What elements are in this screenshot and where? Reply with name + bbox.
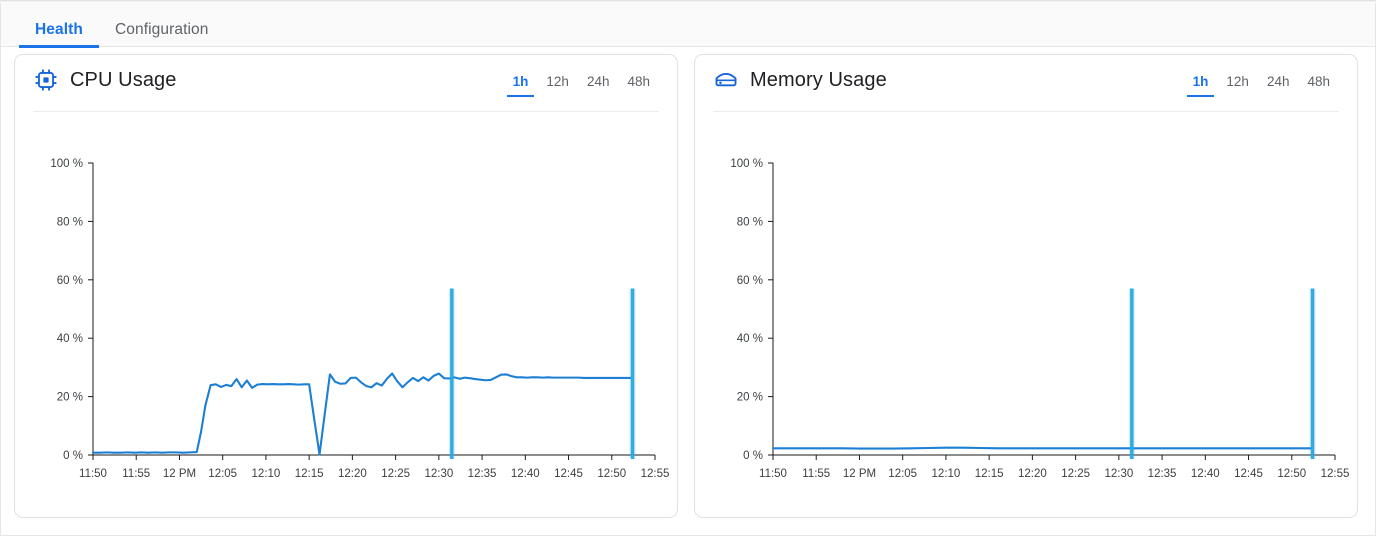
svg-text:12:10: 12:10 (252, 468, 281, 480)
memory-range-24h-label: 24h (1266, 74, 1290, 89)
svg-text:11:50: 11:50 (79, 468, 107, 480)
tab-bar: Health Configuration (1, 3, 1375, 48)
svg-text:80 %: 80 % (737, 216, 763, 228)
svg-text:12:15: 12:15 (295, 468, 324, 480)
cpu-range-1h-label: 1h (512, 74, 529, 89)
tab-health[interactable]: Health (19, 20, 99, 48)
svg-text:12:40: 12:40 (511, 468, 540, 480)
svg-text:12:20: 12:20 (338, 468, 367, 480)
svg-text:20 %: 20 % (57, 392, 83, 404)
memory-chart-area: 0 % 20 % 40 % 60 % 80 % 100 % 11:50 11:55 12 PM 1… (695, 111, 1357, 517)
svg-text:60 %: 60 % (737, 275, 763, 287)
svg-text:12:30: 12:30 (1104, 468, 1133, 480)
svg-text:12:20: 12:20 (1018, 468, 1047, 480)
cpu-usage-card: CPU Usage 1h 12h 24h 48h 0 % 20 % 40 % 60 %… (14, 54, 678, 518)
memory-range-selector: 1h 12h 24h 48h (1184, 74, 1339, 97)
memory-card-title-text: Memory Usage (750, 68, 887, 91)
memory-stick-icon (713, 67, 739, 93)
svg-text:12:05: 12:05 (888, 468, 917, 480)
svg-text:12:55: 12:55 (641, 468, 670, 480)
svg-text:20 %: 20 % (737, 392, 763, 404)
svg-text:12 PM: 12 PM (163, 468, 196, 480)
cpu-range-selector: 1h 12h 24h 48h (504, 74, 659, 97)
svg-text:80 %: 80 % (57, 216, 83, 228)
memory-usage-card: Memory Usage 1h 12h 24h 48h 0 % 20 % 40 % 6… (694, 54, 1358, 518)
svg-text:12:45: 12:45 (554, 468, 583, 480)
svg-text:100 %: 100 % (50, 158, 83, 170)
svg-text:12:10: 12:10 (932, 468, 961, 480)
tab-list: Health Configuration (19, 3, 225, 48)
tab-configuration-label: Configuration (114, 20, 209, 38)
svg-text:12 PM: 12 PM (843, 468, 876, 480)
memory-range-12h-label: 12h (1226, 74, 1249, 89)
cpu-chip-icon (33, 67, 59, 93)
memory-range-24h[interactable]: 24h (1258, 74, 1299, 97)
cpu-range-12h[interactable]: 12h (537, 74, 578, 97)
svg-text:40 %: 40 % (57, 333, 83, 345)
cpu-range-24h[interactable]: 24h (578, 74, 619, 97)
svg-text:12:25: 12:25 (1061, 468, 1090, 480)
memory-card-title: Memory Usage (713, 67, 887, 93)
cpu-range-1h[interactable]: 1h (504, 74, 538, 97)
memory-usage-chart: 0 % 20 % 40 % 60 % 80 % 100 % 11:50 11:55 12 PM 1… (730, 158, 1350, 480)
svg-text:11:50: 11:50 (759, 468, 787, 480)
svg-text:40 %: 40 % (737, 333, 763, 345)
svg-text:12:40: 12:40 (1191, 468, 1220, 480)
svg-text:12:45: 12:45 (1234, 468, 1263, 480)
svg-text:60 %: 60 % (57, 275, 83, 287)
cpu-card-title: CPU Usage (33, 67, 177, 93)
svg-text:12:25: 12:25 (381, 468, 410, 480)
memory-card-header: Memory Usage 1h 12h 24h 48h (695, 55, 1357, 112)
svg-text:12:35: 12:35 (1148, 468, 1177, 480)
svg-text:12:55: 12:55 (1321, 468, 1350, 480)
memory-range-12h[interactable]: 12h (1217, 74, 1258, 97)
memory-range-1h-label: 1h (1192, 74, 1209, 89)
cpu-range-12h-label: 12h (546, 74, 569, 89)
svg-text:12:05: 12:05 (208, 468, 237, 480)
svg-text:12:30: 12:30 (424, 468, 453, 480)
svg-text:12:15: 12:15 (975, 468, 1004, 480)
svg-text:0 %: 0 % (63, 450, 83, 462)
cpu-card-header: CPU Usage 1h 12h 24h 48h (15, 55, 677, 112)
cpu-range-48h-label: 48h (627, 74, 650, 89)
svg-text:100 %: 100 % (730, 158, 763, 170)
tab-configuration[interactable]: Configuration (99, 20, 225, 48)
svg-text:0 %: 0 % (743, 450, 763, 462)
memory-range-48h-label: 48h (1307, 74, 1330, 89)
memory-range-48h[interactable]: 48h (1298, 74, 1339, 97)
cpu-chart-area: 0 % 20 % 40 % 60 % 80 % 100 % 11:50 11:55 12 PM 1… (15, 111, 677, 517)
cpu-card-title-text: CPU Usage (70, 68, 177, 91)
svg-text:12:50: 12:50 (597, 468, 626, 480)
cpu-range-48h[interactable]: 48h (618, 74, 659, 97)
svg-text:12:35: 12:35 (468, 468, 497, 480)
cpu-range-24h-label: 24h (586, 74, 610, 89)
memory-range-1h[interactable]: 1h (1184, 74, 1218, 97)
tab-health-label: Health (35, 20, 83, 38)
cpu-usage-chart: 0 % 20 % 40 % 60 % 80 % 100 % 11:50 11:55 12 PM 1… (50, 158, 670, 480)
svg-text:11:55: 11:55 (802, 468, 830, 480)
page-root: Health Configuration CPU Usage 1h 12h 24… (0, 0, 1376, 546)
svg-text:12:50: 12:50 (1277, 468, 1306, 480)
svg-text:11:55: 11:55 (122, 468, 150, 480)
